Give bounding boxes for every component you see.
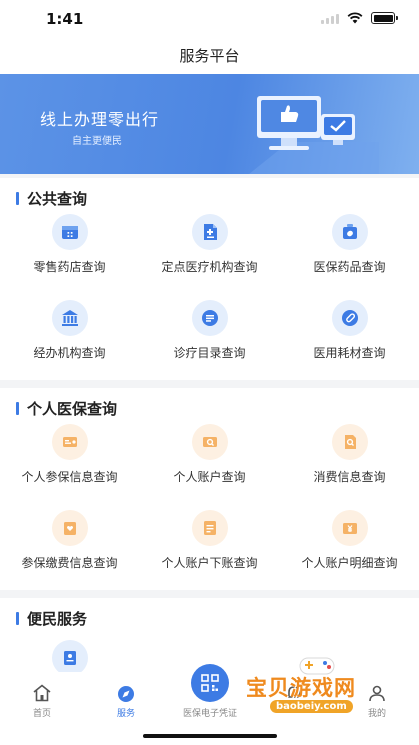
tab-label: 首页 [32,709,51,719]
cellular-signal-icon [321,13,339,24]
query-item-account-detail[interactable]: 个人账户明细查询 [280,510,419,571]
computer-illustration-icon [249,96,379,174]
query-item-payment[interactable]: 参保缴费信息查询 [0,510,139,571]
list-icon [191,300,228,336]
home-icon [33,684,51,702]
section-header: 公共查询 [16,188,87,209]
account-search-icon [191,424,228,460]
nav-bar: 服务平台 [0,38,419,74]
section-header: 便民服务 [16,608,87,629]
item-label: 定点医疗机构查询 [161,260,258,274]
section-header: 个人医保查询 [16,398,117,419]
query-item-insurance-medicine[interactable]: 医保药品查询 [280,214,419,275]
banner-title: 线上办理零出行 [40,110,160,129]
public-query-section: 公共查询 零售药店查询 定点医疗机构查询 医保药品查询 经办机构查询 诊疗目录查… [0,178,419,380]
item-label: 个人账户查询 [173,470,246,484]
item-label: 零售药店查询 [33,260,106,274]
section-accent-bar [16,612,19,625]
query-item-personal-account[interactable]: 个人账户查询 [140,424,279,485]
qr-code-icon [191,664,229,702]
profile-icon [369,685,385,702]
status-icons [321,12,398,24]
personal-insurance-section: 个人医保查询 个人参保信息查询 个人账户查询 消费信息查询 参保缴费信息查询 个… [0,388,419,590]
tab-service[interactable]: 服务 [84,672,168,722]
tab-label: 医保电子凭证 [182,709,237,719]
promo-banner[interactable]: 线上办理零出行 自主更便民 [0,74,419,174]
tab-profile[interactable]: 我的 [335,672,419,722]
notification-icon [288,686,300,698]
query-item-consumables[interactable]: 医用耗材查询 [280,300,419,361]
query-item-retail-pharmacy[interactable]: 零售药店查询 [0,214,139,275]
home-indicator [143,734,277,738]
section-title: 公共查询 [27,190,88,208]
query-item-designated-institution[interactable]: 定点医疗机构查询 [140,214,279,275]
query-item-treatment-catalog[interactable]: 诊疗目录查询 [140,300,279,361]
item-label: 经办机构查询 [33,346,106,360]
query-item-personal-enrollment[interactable]: 个人参保信息查询 [0,424,139,485]
status-bar: 1:41 [0,0,419,38]
payment-icon [51,510,88,546]
item-label: 个人账户下账查询 [161,556,258,570]
tab-home[interactable]: 首页 [0,672,84,722]
item-label: 个人账户明细查询 [301,556,398,570]
service-icon [118,686,134,702]
item-label: 诊疗目录查询 [173,346,246,360]
item-label: 参保缴费信息查询 [21,556,118,570]
item-label: 个人参保信息查询 [21,470,118,484]
item-label: 消费信息查询 [313,470,386,484]
yuan-wallet-icon [331,510,368,546]
section-title: 便民服务 [27,610,88,628]
ledger-icon [191,510,228,546]
query-item-agency[interactable]: 经办机构查询 [0,300,139,361]
query-item-account-debit[interactable]: 个人账户下账查询 [140,510,279,571]
page-title: 服务平台 [179,47,240,65]
section-accent-bar [16,192,19,205]
pill-icon [331,300,368,336]
service-doc-icon [51,640,88,676]
pharmacy-icon [51,214,88,250]
medical-institution-icon [191,214,228,250]
battery-icon [371,12,398,24]
wifi-icon [347,12,363,24]
section-accent-bar [16,402,19,415]
tab-e-voucher[interactable]: 医保电子凭证 [168,664,252,722]
bank-building-icon [51,300,88,336]
item-label: 医用耗材查询 [313,346,386,360]
query-item-consumption[interactable]: 消费信息查询 [280,424,419,485]
tab-label: 我的 [367,709,386,719]
tab-notification[interactable] [252,672,336,722]
medicine-box-icon [331,214,368,250]
insurance-card-icon [51,424,88,460]
convenience-service-section: 便民服务 [0,598,419,676]
section-title: 个人医保查询 [27,400,118,418]
item-label: 医保药品查询 [313,260,386,274]
tab-label: 服务 [116,709,135,719]
status-time: 1:41 [46,10,84,28]
banner-subtitle: 自主更便民 [72,136,122,147]
consumption-search-icon [331,424,368,460]
service-item[interactable] [0,640,139,676]
